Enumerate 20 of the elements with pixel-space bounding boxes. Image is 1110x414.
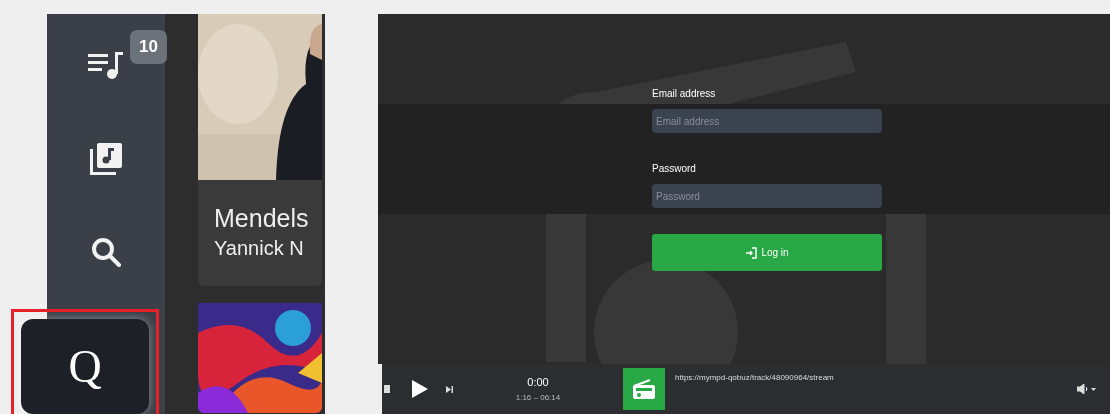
qobuz-button[interactable]: Q — [21, 319, 149, 414]
playlist-icon — [88, 49, 124, 80]
play-icon[interactable] — [412, 380, 428, 398]
album-title: Mendels — [214, 203, 306, 234]
field-label: Email address — [652, 87, 717, 101]
field-label: Password — [652, 162, 697, 176]
next-icon[interactable] — [446, 385, 453, 393]
count-badge: 10 — [130, 30, 167, 64]
music-library-icon — [88, 140, 124, 177]
volume-icon[interactable] — [1077, 384, 1089, 394]
album-artist: Yannick N — [214, 236, 305, 261]
elapsed-time: 0:00 — [527, 374, 549, 390]
search-icon — [90, 236, 122, 269]
login-icon — [745, 246, 758, 259]
password-field[interactable]: Password — [652, 184, 882, 208]
caret-icon[interactable] — [1091, 387, 1096, 391]
track-duration: 1:16 – 06:14 — [515, 392, 561, 405]
login-button[interactable]: Log in — [652, 234, 882, 271]
stream-url: https://mympd-qobuz/track/48090964/stream — [675, 372, 834, 384]
email-field[interactable]: Email address — [652, 109, 882, 133]
